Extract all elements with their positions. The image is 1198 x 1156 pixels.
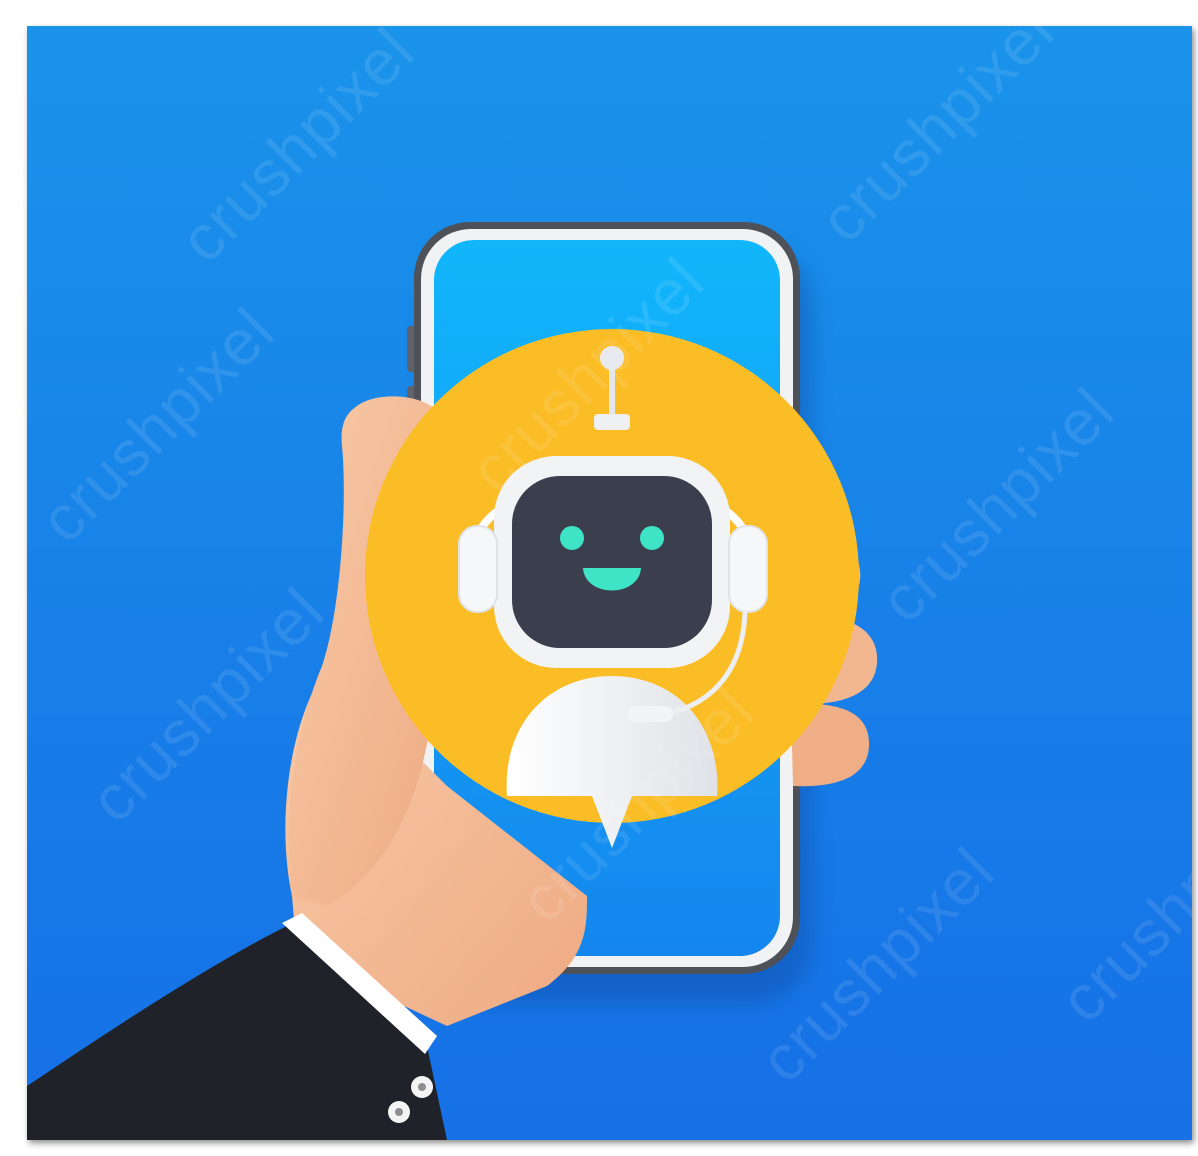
illustration-canvas: crushpixel crushpixel crushpixel crushpi…: [27, 26, 1192, 1140]
image-frame: crushpixel crushpixel crushpixel crushpi…: [0, 0, 1198, 1156]
robot-antenna-base: [594, 414, 630, 430]
headphone-left-cup-icon: [458, 525, 498, 613]
cuff-button-2-hole: [395, 1108, 403, 1116]
chatbot-illustration: crushpixel crushpixel crushpixel crushpi…: [27, 26, 1192, 1140]
robot-face-screen: [512, 476, 712, 648]
robot-left-eye: [560, 526, 584, 550]
cuff-button-1-hole: [418, 1083, 426, 1091]
headphone-right-cup-icon: [728, 525, 768, 613]
headset-mic-icon: [627, 706, 673, 722]
robot-right-eye: [640, 526, 664, 550]
